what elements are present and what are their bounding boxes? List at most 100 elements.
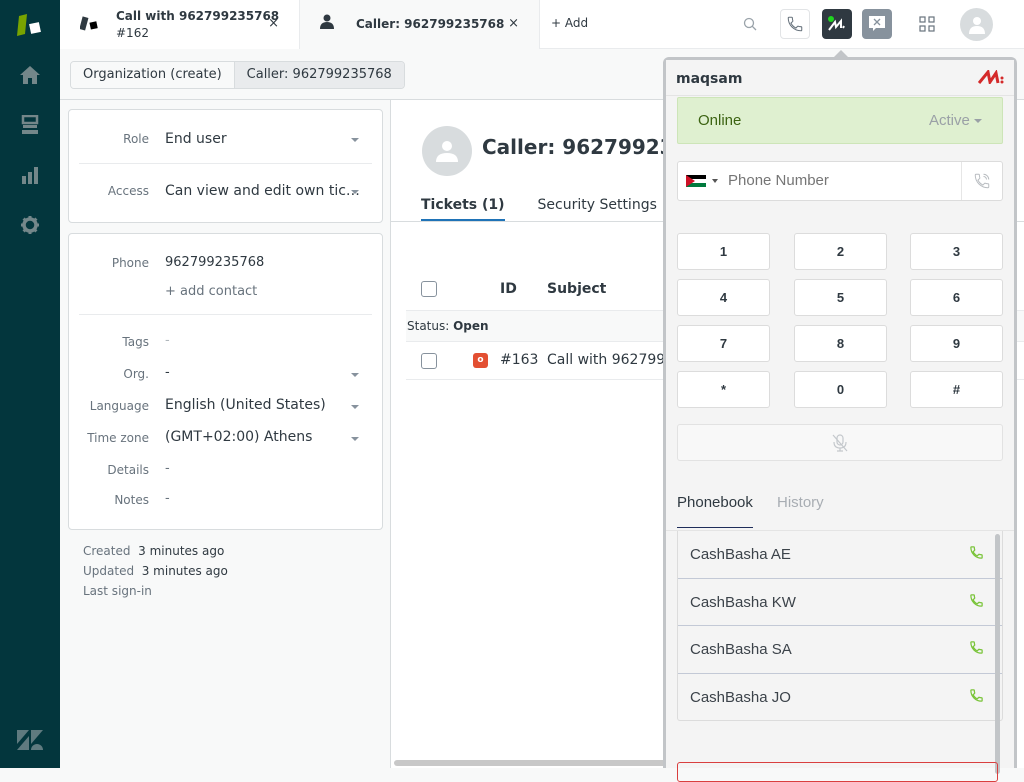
tab-history[interactable]: History: [777, 494, 824, 527]
breadcrumb-caller[interactable]: Caller: 962799235768: [233, 62, 404, 88]
widget-brand: maqsam: [676, 71, 743, 87]
last-signin-meta: Last sign-in: [83, 584, 152, 598]
phonebook-item[interactable]: CashBasha SA: [678, 626, 1002, 674]
key-2[interactable]: 2: [794, 233, 887, 270]
maqsam-app-icon: [828, 16, 845, 31]
add-contact-link[interactable]: + add contact: [165, 284, 257, 299]
dial-button[interactable]: [961, 162, 1002, 200]
phone-icon: [787, 16, 803, 32]
call-contact-icon[interactable]: [969, 688, 984, 703]
key-6[interactable]: 6: [910, 279, 1003, 316]
tab-subtitle: #162: [116, 26, 149, 40]
notes-label: Notes: [114, 493, 149, 507]
mute-button[interactable]: [677, 424, 1003, 461]
gear-icon: [21, 216, 39, 234]
language-select[interactable]: English (United States): [165, 397, 326, 413]
select-all-checkbox[interactable]: [421, 281, 437, 297]
tags-label: Tags: [122, 335, 149, 349]
popover-arrow: [834, 50, 848, 57]
call-contact-icon[interactable]: [969, 640, 984, 655]
chevron-down-icon: [712, 179, 718, 183]
activity-dropdown[interactable]: Active: [929, 112, 982, 129]
country-selector[interactable]: [686, 175, 718, 187]
call-contact-icon[interactable]: [969, 593, 984, 608]
key-hash[interactable]: #: [910, 371, 1003, 408]
talk-phone-button[interactable]: [780, 9, 810, 39]
sidebar-item-reporting[interactable]: [0, 155, 60, 195]
tab-title: Call with 962799235768: [116, 9, 280, 23]
profile-avatar[interactable]: [960, 8, 993, 41]
user-avatar-icon: [436, 141, 458, 162]
ticket-icon: [79, 14, 100, 36]
call-contact-icon[interactable]: [969, 545, 984, 560]
timezone-select[interactable]: (GMT+02:00) Athens: [165, 429, 312, 445]
notes-value[interactable]: -: [165, 491, 170, 506]
widget-tabs: Phonebook History: [666, 485, 1014, 531]
org-select[interactable]: -: [165, 365, 170, 380]
views-icon: [21, 115, 39, 134]
user-icon: [320, 14, 334, 34]
key-0[interactable]: 0: [794, 371, 887, 408]
phonebook-item[interactable]: CashBasha AE: [678, 531, 1002, 579]
key-8[interactable]: 8: [794, 325, 887, 362]
tab-phonebook[interactable]: Phonebook: [677, 494, 753, 528]
tab-title: Caller: 962799235768: [356, 17, 505, 31]
chat-button[interactable]: [862, 9, 892, 39]
key-4[interactable]: 4: [677, 279, 770, 316]
close-icon[interactable]: ×: [268, 16, 279, 31]
timezone-label: Time zone: [87, 431, 149, 445]
search-button[interactable]: [735, 9, 765, 39]
hangup-button[interactable]: [677, 762, 998, 782]
zendesk-product-logo[interactable]: [16, 12, 44, 38]
phonebook-item[interactable]: CashBasha JO: [678, 674, 1002, 722]
key-1[interactable]: 1: [677, 233, 770, 270]
user-tabs: Tickets (1) Security Settings: [421, 197, 657, 222]
phone-value[interactable]: 962799235768: [165, 255, 264, 270]
phone-number-input[interactable]: [728, 172, 948, 189]
user-avatar: [422, 126, 472, 176]
row-checkbox[interactable]: [421, 353, 437, 369]
role-select[interactable]: End user: [165, 131, 227, 147]
column-subject[interactable]: Subject: [547, 281, 606, 297]
sidebar-item-home[interactable]: [0, 55, 60, 95]
maqsam-app-button[interactable]: [822, 9, 852, 39]
phonebook-item[interactable]: CashBasha KW: [678, 579, 1002, 626]
contact-name: CashBasha JO: [690, 688, 791, 706]
key-9[interactable]: 9: [910, 325, 1003, 362]
key-star[interactable]: *: [677, 371, 770, 408]
key-5[interactable]: 5: [794, 279, 887, 316]
apps-button[interactable]: [912, 9, 942, 39]
role-access-card: Role End user Access Can view and edit o…: [68, 109, 383, 223]
chevron-down-icon: [351, 138, 359, 142]
sidebar-item-admin[interactable]: [0, 205, 60, 245]
breadcrumb-organization[interactable]: Organization (create): [71, 62, 234, 88]
chevron-down-icon: [351, 373, 359, 377]
created-value: 3 minutes ago: [138, 544, 225, 558]
access-select[interactable]: Can view and edit own tic…: [165, 183, 360, 199]
vertical-scrollbar[interactable]: [995, 534, 1000, 774]
zendesk-logo: [17, 730, 43, 754]
phone-label: Phone: [111, 256, 149, 270]
updated-meta: Updated 3 minutes ago: [83, 564, 228, 578]
add-tab-button[interactable]: + Add: [551, 16, 588, 30]
org-label: Org.: [123, 367, 149, 381]
tab-security-settings[interactable]: Security Settings: [538, 197, 657, 222]
contact-name: CashBasha AE: [690, 546, 791, 563]
phonebook-list: CashBasha AE CashBasha KW CashBasha SA C…: [677, 531, 1003, 721]
tab-ticket-162[interactable]: Call with 962799235768 #162 ×: [60, 0, 300, 49]
tags-value[interactable]: -: [165, 333, 170, 348]
details-value[interactable]: -: [165, 461, 170, 476]
microphone-off-icon: [832, 433, 848, 452]
tab-caller[interactable]: Caller: 962799235768 ×: [300, 0, 540, 49]
key-3[interactable]: 3: [910, 233, 1003, 270]
user-details-card: Phone 962799235768 + add contact Tags - …: [68, 233, 383, 530]
key-7[interactable]: 7: [677, 325, 770, 362]
maqsam-logo-icon: [978, 70, 1004, 84]
column-id[interactable]: ID: [500, 281, 517, 297]
last-signin-label: Last sign-in: [83, 584, 152, 598]
contact-name: CashBasha SA: [690, 641, 792, 658]
ticket-id[interactable]: #163: [500, 352, 538, 368]
close-icon[interactable]: ×: [508, 16, 519, 31]
tab-tickets[interactable]: Tickets (1): [421, 197, 505, 222]
sidebar-item-views[interactable]: [0, 105, 60, 145]
